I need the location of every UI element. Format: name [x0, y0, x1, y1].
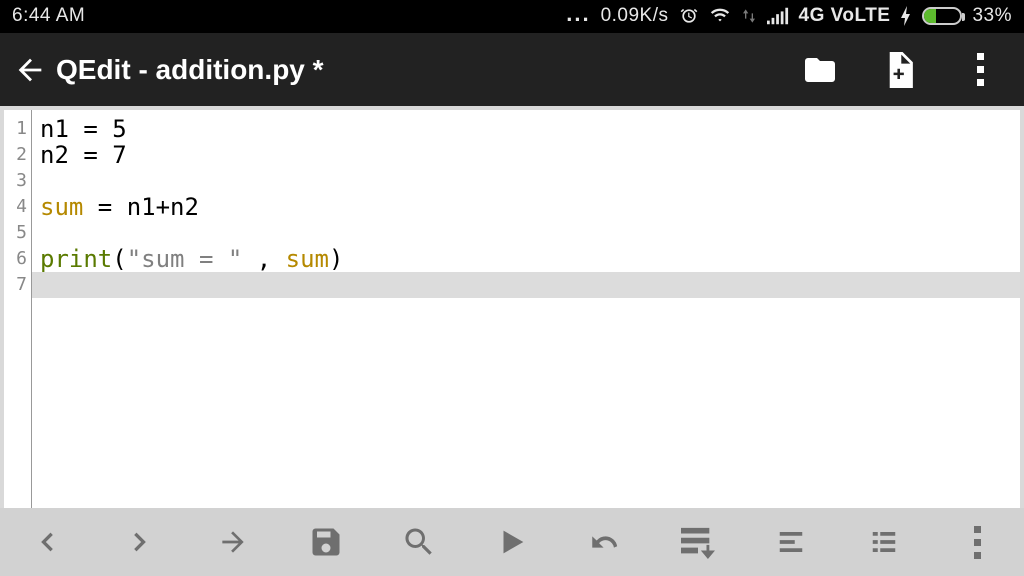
data-arrows-icon: [741, 6, 757, 26]
wifi-icon: [709, 6, 731, 26]
goto-button[interactable]: [203, 517, 263, 567]
code-line[interactable]: [40, 220, 1020, 246]
code-line[interactable]: [40, 272, 1020, 298]
bottom-toolbar: [0, 508, 1024, 576]
back-button[interactable]: [10, 50, 50, 90]
overflow-menu-button[interactable]: [960, 50, 1000, 90]
battery-percent: 33%: [972, 5, 1012, 27]
battery-icon: [922, 7, 962, 25]
app-bar: QEdit - addition.py *: [0, 32, 1024, 106]
run-button[interactable]: [482, 517, 542, 567]
net-speed: 0.09K/s: [601, 5, 669, 27]
snippets-button[interactable]: [668, 517, 728, 567]
line-number: 7: [4, 272, 27, 298]
app-title: QEdit - addition.py *: [56, 54, 324, 86]
new-file-button[interactable]: [880, 50, 920, 90]
line-number: 4: [4, 194, 27, 220]
charging-icon: [900, 6, 912, 26]
prev-button[interactable]: [17, 517, 77, 567]
line-number: 6: [4, 246, 27, 272]
status-time: 6:44 AM: [12, 5, 85, 27]
signal-icon: [767, 7, 789, 25]
status-bar: 6:44 AM ... 0.09K/s 4G VoLTE 33%: [0, 0, 1024, 32]
code-line[interactable]: [40, 168, 1020, 194]
format-button[interactable]: [761, 517, 821, 567]
line-number: 2: [4, 142, 27, 168]
code-editor[interactable]: 1234567 n1 = 5n2 = 7 sum = n1+n2 print("…: [0, 106, 1024, 508]
code-line[interactable]: n2 = 7: [40, 142, 1020, 168]
undo-button[interactable]: [575, 517, 635, 567]
line-number-gutter: 1234567: [4, 110, 32, 508]
save-button[interactable]: [296, 517, 356, 567]
search-button[interactable]: [389, 517, 449, 567]
line-number: 1: [4, 116, 27, 142]
toolbar-overflow-button[interactable]: [947, 517, 1007, 567]
code-line[interactable]: sum = n1+n2: [40, 194, 1020, 220]
settings-list-button[interactable]: [854, 517, 914, 567]
network-tech: 4G VoLTE: [799, 5, 891, 27]
line-number: 3: [4, 168, 27, 194]
next-button[interactable]: [110, 517, 170, 567]
code-line[interactable]: n1 = 5: [40, 116, 1020, 142]
line-number: 5: [4, 220, 27, 246]
code-area[interactable]: n1 = 5n2 = 7 sum = n1+n2 print("sum = " …: [32, 110, 1020, 508]
alarm-icon: [679, 6, 699, 26]
code-line[interactable]: print("sum = " , sum): [40, 246, 1020, 272]
open-folder-button[interactable]: [800, 50, 840, 90]
